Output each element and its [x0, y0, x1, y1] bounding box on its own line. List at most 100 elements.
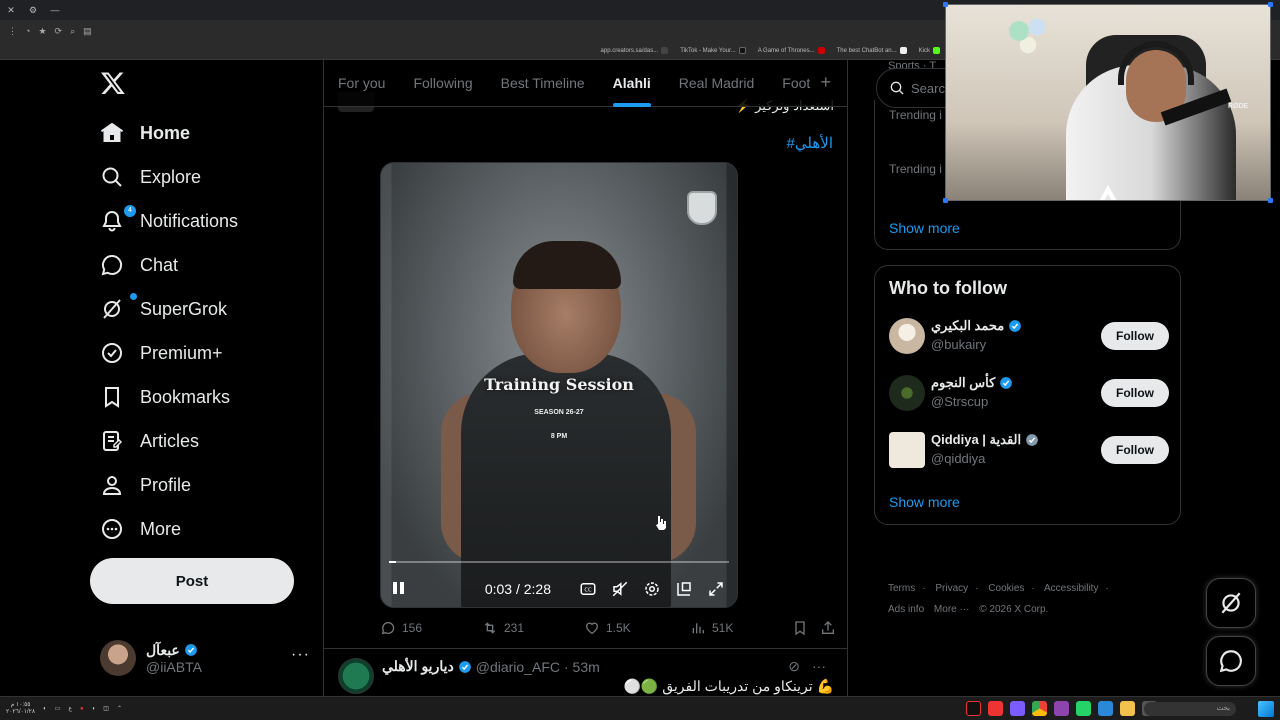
pause-icon[interactable]: [393, 582, 407, 596]
bookmark-label: Kick: [918, 47, 930, 54]
account-more-icon[interactable]: ···: [291, 646, 310, 664]
tab-foot[interactable]: Foot: [782, 60, 810, 107]
nav-notifications[interactable]: 4 Notifications: [100, 201, 238, 241]
follow-suggestion[interactable]: كأس النجوم @Strscup Follow: [889, 373, 1169, 417]
grok-floating-button[interactable]: [1206, 578, 1256, 628]
video-player[interactable]: Training Session SEASON 26-27 8 PM 0:03 …: [380, 162, 738, 608]
nav-premium[interactable]: Premium+: [100, 333, 223, 373]
footer-link-privacy[interactable]: Privacy: [935, 583, 968, 594]
nav-supergrok[interactable]: SuperGrok: [100, 289, 227, 329]
display-tray-icon[interactable]: ▭: [55, 705, 61, 712]
author-handle[interactable]: @diario_AFC: [476, 659, 560, 675]
nav-home[interactable]: Home: [100, 113, 190, 153]
footer-link-terms[interactable]: Terms: [888, 583, 915, 594]
nav-chat[interactable]: Chat: [100, 245, 178, 285]
post-button[interactable]: Post: [90, 558, 294, 604]
messages-floating-button[interactable]: [1206, 636, 1256, 686]
tab-best-timeline[interactable]: Best Timeline: [501, 60, 585, 107]
fullscreen-icon[interactable]: [707, 580, 725, 598]
nav-profile[interactable]: Profile: [100, 465, 191, 505]
show-more-suggestions-link[interactable]: Show more: [889, 494, 960, 510]
search-icon: [102, 167, 122, 187]
add-tab-icon[interactable]: +: [820, 72, 831, 93]
post-more-icon[interactable]: ···: [812, 658, 826, 675]
video-progress-bar[interactable]: [389, 561, 729, 563]
nav-articles[interactable]: Articles: [100, 421, 199, 461]
picture-in-picture-icon[interactable]: [675, 580, 693, 598]
bookmark-item[interactable]: app.creators.sa/das...: [601, 47, 669, 54]
menu-icon[interactable]: ⋮: [8, 26, 17, 37]
windows-start-icon[interactable]: [1258, 701, 1274, 717]
tiktok-icon: [738, 47, 746, 54]
trend-item[interactable]: Trending i: [889, 162, 942, 176]
profile-icon[interactable]: ◔: [25, 26, 30, 36]
kick-icon: [933, 47, 940, 54]
app-icon[interactable]: [1054, 701, 1069, 716]
nav-explore[interactable]: Explore: [100, 157, 201, 197]
bookmark-item[interactable]: Kick: [919, 47, 940, 54]
footer-link-cookies[interactable]: Cookies: [988, 583, 1024, 594]
tab-real-madrid[interactable]: Real Madrid: [679, 60, 754, 107]
timeline-post[interactable]: دياريو الأهلي @diario_AFC · 53m ⊘ ··· 💪 …: [338, 656, 834, 696]
close-window-icon[interactable]: ✕: [0, 5, 22, 16]
whatsapp-app-icon[interactable]: [1076, 701, 1091, 716]
hashtag-link[interactable]: #الأهلي: [787, 134, 833, 152]
footer-link-accessibility[interactable]: Accessibility: [1044, 583, 1098, 594]
app-icon[interactable]: [988, 701, 1003, 716]
views-button[interactable]: 51K: [690, 620, 733, 636]
minimize-window-icon[interactable]: —: [44, 5, 66, 15]
trend-item[interactable]: Trending i: [889, 108, 942, 122]
follow-suggestion[interactable]: محمد البكيري @bukairy Follow: [889, 316, 1169, 360]
repost-button[interactable]: 231: [482, 620, 524, 636]
post-time[interactable]: · 53m: [564, 659, 600, 675]
bookmark-icon[interactable]: [792, 620, 808, 636]
settings-icon[interactable]: ⚙: [22, 5, 44, 16]
grok-icon[interactable]: ⊘: [788, 658, 800, 675]
settings-gear-icon[interactable]: [643, 580, 661, 598]
author-name[interactable]: دياريو الأهلي: [382, 658, 454, 675]
reply-button[interactable]: 156: [380, 620, 422, 636]
nav-more[interactable]: More: [100, 509, 181, 549]
star-icon[interactable]: ★: [38, 26, 46, 37]
follow-button[interactable]: Follow: [1101, 436, 1169, 464]
app-icon[interactable]: [1098, 701, 1113, 716]
follow-button[interactable]: Follow: [1101, 322, 1169, 350]
video-progress-fill: [389, 561, 396, 563]
follow-suggestion[interactable]: Qiddiya | القدية @qiddiya Follow: [889, 430, 1169, 474]
x-logo-icon[interactable]: [100, 70, 126, 96]
chevron-up-icon[interactable]: ⌃: [117, 705, 122, 712]
show-more-trends-link[interactable]: Show more: [889, 220, 960, 236]
bookmark-item[interactable]: The best ChatBot an...: [837, 47, 907, 54]
follow-button[interactable]: Follow: [1101, 379, 1169, 407]
network-tray-icon[interactable]: ◫: [103, 705, 109, 712]
captions-icon[interactable]: CC: [579, 580, 597, 598]
chrome-app-icon[interactable]: [1032, 701, 1047, 716]
history-icon[interactable]: ⌕: [70, 26, 75, 37]
taskbar-clock[interactable]: ١٠:٥٥ م ٢٠٢٦/٠١/٢٨: [6, 702, 35, 716]
footer-link-ads-info[interactable]: Ads info: [888, 604, 924, 615]
like-button[interactable]: 1.5K: [584, 620, 631, 636]
tab-following[interactable]: Following: [413, 60, 472, 107]
taskbar-search[interactable]: بحث: [1144, 702, 1236, 716]
bookmark-item[interactable]: A Game of Thrones...: [758, 47, 825, 54]
nav-bookmarks[interactable]: Bookmarks: [100, 377, 230, 417]
footer-link-more[interactable]: More ···: [934, 604, 970, 615]
tab-alahli[interactable]: Alahli: [612, 60, 651, 107]
mute-icon[interactable]: [611, 580, 629, 598]
tiktok-app-icon[interactable]: [966, 701, 981, 716]
tabs-icon[interactable]: ▤: [83, 26, 92, 37]
reload-icon[interactable]: ⟳: [55, 26, 63, 37]
share-icon[interactable]: [820, 620, 836, 636]
discord-app-icon[interactable]: [1010, 701, 1025, 716]
tab-for-you[interactable]: For you: [338, 60, 385, 107]
account-switcher[interactable]: عبعآل @iiABTA ···: [100, 638, 310, 678]
volume-tray-icon[interactable]: ◖: [92, 706, 96, 712]
bookmark-item[interactable]: TikTok - Make Your...: [680, 47, 746, 54]
mic-tray-icon[interactable]: ●: [80, 706, 84, 712]
notifications-tray-icon[interactable]: ◐: [43, 706, 47, 712]
file-explorer-icon[interactable]: [1120, 701, 1135, 716]
mouse-cursor-icon: [656, 516, 666, 530]
avatar[interactable]: [338, 658, 374, 694]
input-language-indicator[interactable]: ع: [68, 705, 72, 712]
verified-badge-icon: [458, 660, 471, 673]
